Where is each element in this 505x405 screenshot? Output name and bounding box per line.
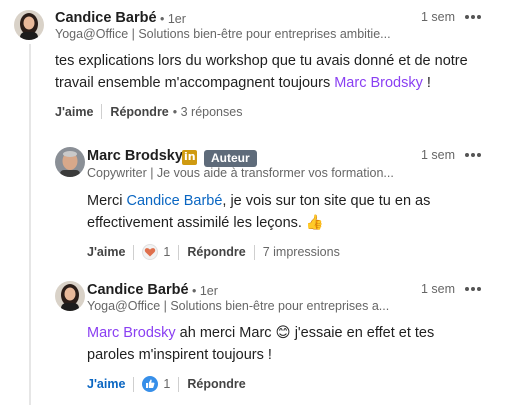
divider <box>178 376 180 392</box>
author-headline: Yoga@Office | Solutions bien-être pour e… <box>55 27 391 41</box>
reply-button[interactable]: Répondre <box>110 105 168 119</box>
author-name[interactable]: Marc Brodsky <box>87 148 183 164</box>
comment-actions: J'aime 1 Répondre 7 impressions <box>87 244 340 260</box>
reply-button[interactable]: Répondre <box>187 245 245 259</box>
connection-degree: • 1er <box>192 284 218 298</box>
more-options-icon[interactable] <box>465 12 483 22</box>
reaction-count[interactable]: 1 <box>163 245 170 259</box>
divider <box>133 244 135 260</box>
reply-button[interactable]: Répondre <box>187 377 245 391</box>
more-options-icon[interactable] <box>465 284 483 294</box>
comment-text: Marc Brodsky ah merci Marc 😊 j'essaie en… <box>87 325 435 363</box>
mention-link[interactable]: Marc Brodsky <box>334 75 423 91</box>
comment-actions: J'aime Répondre • 3 réponses <box>55 104 242 119</box>
more-options-icon[interactable] <box>465 150 483 160</box>
comment-text: Merci Candice Barbé, je vois sur ton sit… <box>87 193 431 231</box>
author-name[interactable]: Candice Barbé <box>87 282 189 298</box>
divider <box>101 104 103 119</box>
avatar-candice[interactable] <box>14 10 44 40</box>
replies-count[interactable]: • 3 réponses <box>173 105 243 119</box>
timestamp: 1 sem <box>421 282 456 296</box>
author-headline: Copywriter | Je vous aide à transformer … <box>87 166 394 180</box>
timestamp: 1 sem <box>421 148 456 162</box>
impressions-count: 7 impressions <box>262 245 340 259</box>
mention-link[interactable]: Marc Brodsky <box>87 325 176 341</box>
divider <box>178 244 180 260</box>
reaction-count[interactable]: 1 <box>163 377 170 391</box>
comment-actions: J'aime 1 Répondre <box>87 376 246 392</box>
heart-reaction-icon[interactable] <box>142 244 159 260</box>
linkedin-premium-icon: in <box>182 150 197 165</box>
author-name[interactable]: Candice Barbé <box>55 10 157 26</box>
timestamp: 1 sem <box>421 10 456 24</box>
avatar-marc[interactable] <box>55 147 85 177</box>
connection-degree: • 1er <box>160 12 186 26</box>
like-button[interactable]: J'aime <box>55 105 93 119</box>
thumbs-up-reaction-icon[interactable] <box>142 376 159 392</box>
divider <box>253 244 255 260</box>
mention-link[interactable]: Candice Barbé <box>126 193 222 209</box>
divider <box>133 376 135 392</box>
author-headline: Yoga@Office | Solutions bien-être pour e… <box>87 299 390 313</box>
like-button[interactable]: J'aime <box>87 245 125 259</box>
author-badge: Auteur <box>204 150 257 167</box>
comment-text: tes explications lors du workshop que tu… <box>55 53 468 91</box>
thread-line <box>29 44 31 405</box>
like-button[interactable]: J'aime <box>87 377 125 391</box>
avatar-candice[interactable] <box>55 281 85 311</box>
